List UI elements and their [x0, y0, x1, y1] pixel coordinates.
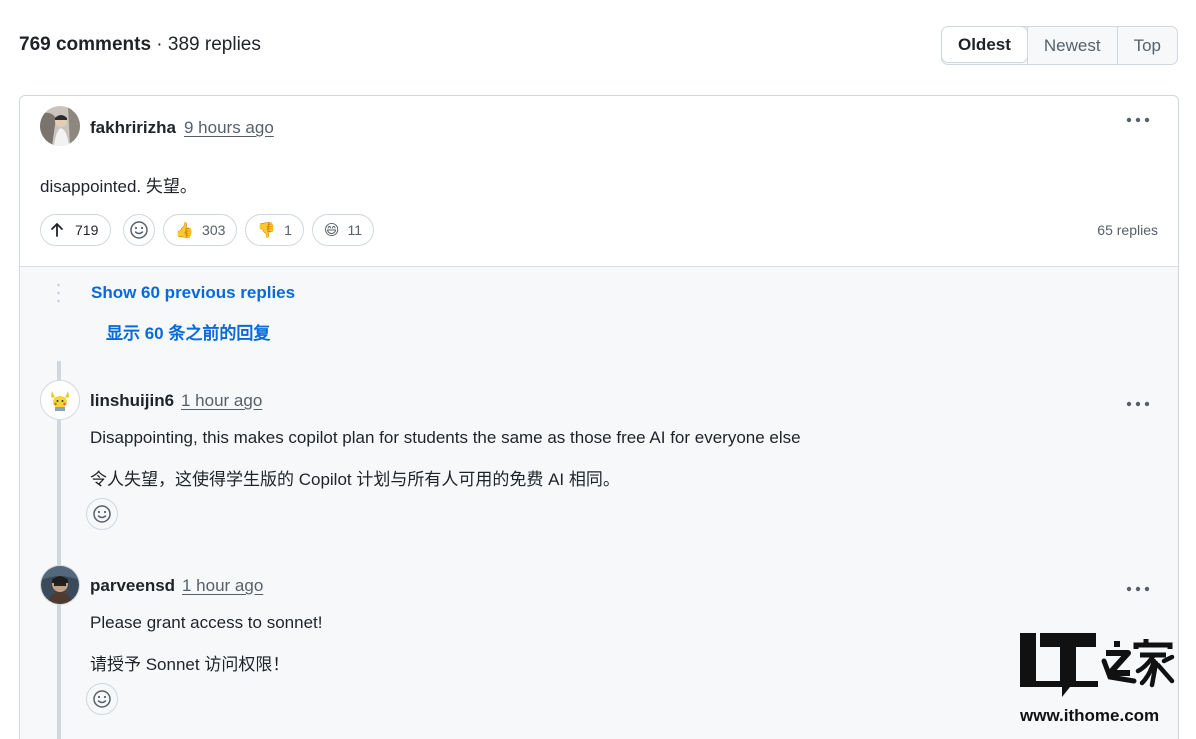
kebab-horizontal-icon — [1126, 117, 1150, 123]
ithome-watermark: www.ithome.com — [1018, 631, 1178, 726]
reaction-thumbs-down[interactable]: 👎 1 — [245, 214, 304, 246]
reply-body: Disappointing, this makes copilot plan f… — [90, 428, 801, 447]
reply-author[interactable]: linshuijin6 — [90, 391, 174, 411]
reply-body-translation: 令人失望，这使得学生版的 Copilot 计划与所有人可用的免费 AI 相同。 — [90, 470, 620, 489]
avatar[interactable] — [40, 106, 80, 146]
more-options-button[interactable] — [1124, 394, 1152, 414]
replies-count: 65 replies — [1097, 222, 1158, 238]
reply-timestamp[interactable]: 1 hour ago — [181, 391, 262, 411]
smiley-icon — [130, 221, 149, 239]
reply-timestamp[interactable]: 1 hour ago — [182, 576, 263, 596]
laugh-icon: 😄 — [323, 221, 340, 239]
comment-author[interactable]: fakhririzha — [90, 118, 176, 138]
thumbs-up-icon: 👍 — [175, 221, 195, 239]
kebab-horizontal-icon — [1126, 401, 1150, 407]
collapsed-thread-dots — [57, 283, 60, 303]
arrow-up-icon — [51, 223, 63, 237]
reply-author[interactable]: parveensd — [90, 576, 175, 596]
reaction-count: 11 — [347, 222, 363, 238]
avatar[interactable] — [40, 565, 80, 605]
watermark-url: www.ithome.com — [1020, 706, 1160, 725]
smiley-icon — [93, 690, 111, 708]
reply-item: parveensd 1 hour ago Please grant access… — [20, 565, 1178, 739]
show-previous-replies-link[interactable]: Show 60 previous replies — [91, 283, 295, 303]
upvote-button[interactable]: 719 — [40, 214, 112, 246]
top-comment: fakhririzha 9 hours ago disappointed. 失望… — [20, 96, 1178, 267]
comment-timestamp[interactable]: 9 hours ago — [184, 118, 274, 138]
sort-toggle: Oldest Newest Top — [940, 26, 1178, 65]
comment-body: disappointed. 失望。 — [40, 177, 197, 196]
smiley-icon — [93, 505, 111, 523]
more-options-button[interactable] — [1124, 110, 1152, 130]
replies-total: 389 replies — [167, 34, 261, 55]
sort-newest-button[interactable]: Newest — [1026, 27, 1117, 64]
summary-separator: · — [151, 34, 168, 55]
discussion-page: 769 comments · 389 replies Oldest Newest… — [0, 0, 1196, 739]
reaction-thumbs-up[interactable]: 👍 303 — [163, 214, 238, 246]
comments-summary: 769 comments · 389 replies — [19, 34, 261, 56]
reaction-count: 1 — [284, 222, 292, 238]
reply-item: linshuijin6 1 hour ago Disappointing, th… — [20, 380, 1178, 560]
add-reaction-button[interactable] — [86, 683, 118, 715]
thumbs-down-icon: 👎 — [257, 221, 277, 239]
comments-header: 769 comments · 389 replies Oldest Newest… — [19, 26, 1178, 66]
ithome-logo-icon — [1020, 633, 1175, 697]
comments-count: 769 comments — [19, 34, 152, 55]
reply-body-translation: 请授予 Sonnet 访问权限！ — [90, 655, 290, 674]
add-reaction-button[interactable] — [86, 498, 118, 530]
avatar[interactable] — [40, 380, 80, 420]
more-options-button[interactable] — [1124, 579, 1152, 599]
reaction-laugh[interactable]: 😄 11 — [311, 214, 375, 246]
sort-oldest-button[interactable]: Oldest — [941, 27, 1028, 63]
comment-thread: fakhririzha 9 hours ago disappointed. 失望… — [19, 95, 1179, 739]
upvote-count: 719 — [75, 222, 99, 238]
sort-top-button[interactable]: Top — [1116, 27, 1177, 64]
add-reaction-button[interactable] — [123, 214, 156, 246]
replies-section: Show 60 previous replies 显示 60 条之前的回复 li… — [20, 267, 1178, 739]
show-previous-replies-translation: 显示 60 条之前的回复 — [106, 324, 271, 343]
reactions-bar: 719 👍 303 👎 1 😄 11 — [40, 214, 375, 246]
kebab-horizontal-icon — [1126, 586, 1150, 592]
reply-body: Please grant access to sonnet! — [90, 613, 323, 632]
reaction-count: 303 — [202, 222, 226, 238]
